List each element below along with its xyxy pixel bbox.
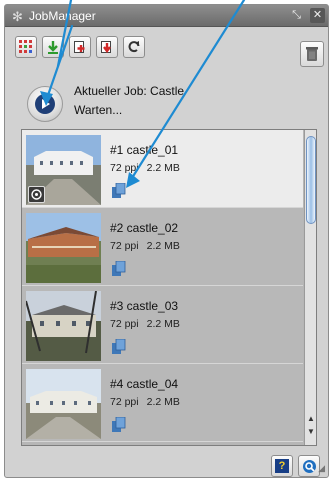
job-ppi: 72 ppi (110, 318, 139, 330)
job-ppi: 72 ppi (110, 396, 139, 408)
play-icon (35, 94, 55, 114)
help-button[interactable]: ? (271, 455, 293, 477)
add-document-icon (74, 41, 85, 53)
job-name: #1 castle_01 (110, 143, 179, 157)
job-meta: 72 ppi 2.2 MB (110, 162, 180, 174)
copies-icon (112, 416, 126, 437)
job-name: #4 castle_04 (110, 377, 179, 391)
scroll-down-arrow-icon[interactable]: ▼ (307, 427, 315, 436)
job-list[interactable]: #1 castle_01 72 ppi 2.2 MB #2 castle_02 7… (21, 129, 317, 446)
job-manager-panel: ✻ JobManager ⤡ ✕ Aktueller Job: Castle W… (4, 4, 329, 478)
collapse-icon[interactable]: ⤡ (289, 8, 304, 23)
close-icon[interactable]: ✕ (310, 8, 325, 23)
trash-button[interactable] (300, 41, 324, 67)
copies-icon (112, 338, 126, 359)
import-arrow-icon (48, 41, 58, 54)
grid-view-button[interactable] (15, 36, 37, 58)
export-document-icon (101, 41, 111, 53)
refresh-button[interactable] (123, 36, 145, 58)
job-name: #2 castle_02 (110, 221, 179, 235)
resize-grip-icon[interactable]: ◢ (318, 463, 325, 474)
export-job-button[interactable] (96, 36, 118, 58)
refresh-icon (128, 41, 140, 53)
castle-thumbnail (26, 369, 101, 439)
grid-icon (19, 40, 32, 53)
job-ppi: 72 ppi (110, 240, 139, 252)
castle-thumbnail (26, 135, 101, 205)
list-item[interactable]: #3 castle_03 72 ppi 2.2 MB (22, 286, 303, 364)
scroll-up-arrow-icon[interactable]: ▲ (307, 414, 315, 423)
current-job-label: Aktueller Job: Castle (74, 84, 185, 98)
copies-icon (112, 182, 126, 203)
castle-thumbnail (26, 213, 101, 283)
list-item[interactable]: #2 castle_02 72 ppi 2.2 MB (22, 208, 303, 286)
aperture-icon (28, 186, 45, 203)
help-icon: ? (275, 459, 289, 473)
list-item[interactable]: #4 castle_04 72 ppi 2.2 MB (22, 364, 303, 442)
list-scrollbar[interactable]: ▲ ▼ (304, 130, 316, 445)
job-state-label: Warten... (74, 103, 123, 117)
trash-icon (306, 47, 318, 61)
job-name: #3 castle_03 (110, 299, 179, 313)
import-button[interactable] (42, 36, 64, 58)
magnifier-icon (302, 459, 316, 473)
gear-icon: ✻ (12, 9, 23, 24)
job-ppi: 72 ppi (110, 162, 139, 174)
title-bar[interactable]: ✻ JobManager ⤡ ✕ (5, 5, 328, 27)
window-title: JobManager (29, 9, 96, 23)
job-size: 2.2 MB (146, 240, 180, 252)
copies-icon (112, 260, 126, 281)
job-meta: 72 ppi 2.2 MB (110, 396, 180, 408)
job-size: 2.2 MB (146, 318, 180, 330)
job-size: 2.2 MB (146, 162, 180, 174)
scrollbar-thumb[interactable] (306, 136, 316, 224)
job-meta: 72 ppi 2.2 MB (110, 240, 180, 252)
job-meta: 72 ppi 2.2 MB (110, 318, 180, 330)
zoom-button[interactable] (298, 455, 320, 477)
castle-thumbnail (26, 291, 101, 361)
job-size: 2.2 MB (146, 396, 180, 408)
list-item[interactable]: #1 castle_01 72 ppi 2.2 MB (22, 130, 303, 208)
play-button[interactable] (27, 86, 63, 122)
add-job-button[interactable] (69, 36, 91, 58)
